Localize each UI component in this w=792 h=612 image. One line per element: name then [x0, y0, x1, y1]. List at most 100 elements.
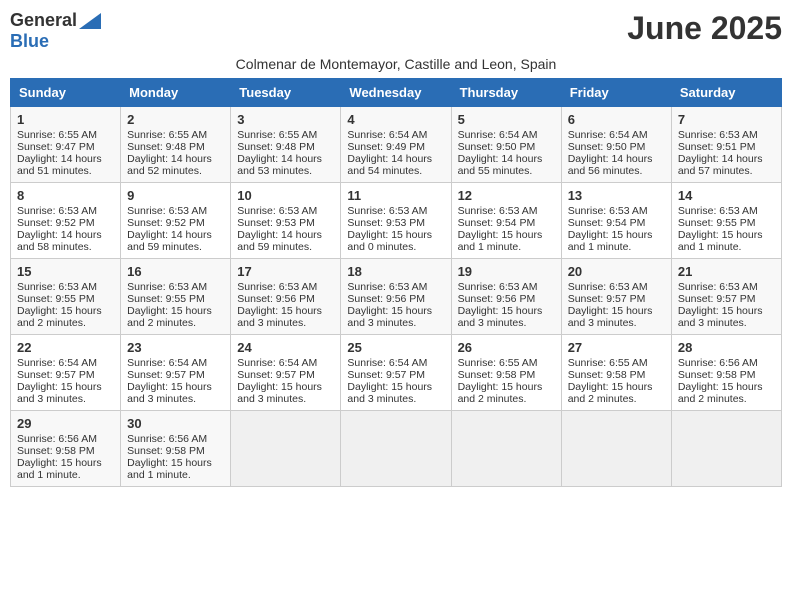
- day-info: Sunrise: 6:54 AMSunset: 9:57 PMDaylight:…: [127, 357, 212, 405]
- calendar-cell: 16Sunrise: 6:53 AMSunset: 9:55 PMDayligh…: [121, 259, 231, 335]
- day-number: 23: [127, 340, 224, 355]
- day-info: Sunrise: 6:55 AMSunset: 9:58 PMDaylight:…: [568, 357, 653, 405]
- day-info: Sunrise: 6:54 AMSunset: 9:49 PMDaylight:…: [347, 129, 432, 177]
- day-info: Sunrise: 6:53 AMSunset: 9:56 PMDaylight:…: [347, 281, 432, 329]
- day-number: 24: [237, 340, 334, 355]
- calendar-week-row: 29 Sunrise: 6:56 AMSunset: 9:58 PMDayligh…: [11, 411, 782, 487]
- day-number: 29: [17, 416, 114, 431]
- calendar-cell: [561, 411, 671, 487]
- calendar-cell: 1 Sunrise: 6:55 AMSunset: 9:47 PMDaylight…: [11, 107, 121, 183]
- logo-icon: [79, 13, 101, 29]
- day-number: 27: [568, 340, 665, 355]
- calendar-week-row: 1 Sunrise: 6:55 AMSunset: 9:47 PMDaylight…: [11, 107, 782, 183]
- calendar-cell: 24 Sunrise: 6:54 AMSunset: 9:57 PMDayligh…: [231, 335, 341, 411]
- calendar-cell: 10Sunrise: 6:53 AMSunset: 9:53 PMDayligh…: [231, 183, 341, 259]
- calendar-cell: [671, 411, 781, 487]
- calendar-cell: 25 Sunrise: 6:54 AMSunset: 9:57 PMDayligh…: [341, 335, 451, 411]
- calendar-cell: [451, 411, 561, 487]
- day-of-week-header: Monday: [121, 79, 231, 107]
- day-of-week-header: Tuesday: [231, 79, 341, 107]
- day-number: 11: [347, 188, 444, 203]
- day-number: 1: [17, 112, 114, 127]
- day-of-week-header: Friday: [561, 79, 671, 107]
- day-number: 9: [127, 188, 224, 203]
- day-of-week-header: Sunday: [11, 79, 121, 107]
- calendar-cell: 15Sunrise: 6:53 AMSunset: 9:55 PMDayligh…: [11, 259, 121, 335]
- calendar-cell: 8 Sunrise: 6:53 AMSunset: 9:52 PMDaylight…: [11, 183, 121, 259]
- day-number: 18: [347, 264, 444, 279]
- calendar-cell: 2 Sunrise: 6:55 AMSunset: 9:48 PMDaylight…: [121, 107, 231, 183]
- calendar-cell: 20 Sunrise: 6:53 AMSunset: 9:57 PMDayligh…: [561, 259, 671, 335]
- day-of-week-header: Wednesday: [341, 79, 451, 107]
- day-info: Sunrise: 6:56 AMSunset: 9:58 PMDaylight:…: [678, 357, 763, 405]
- day-info: Sunrise: 6:54 AMSunset: 9:57 PMDaylight:…: [347, 357, 432, 405]
- calendar-cell: 7Sunrise: 6:53 AMSunset: 9:51 PMDaylight…: [671, 107, 781, 183]
- day-number: 14: [678, 188, 775, 203]
- day-info: Sunrise: 6:55 AMSunset: 9:47 PMDaylight:…: [17, 129, 102, 177]
- day-info: Sunrise: 6:54 AMSunset: 9:50 PMDaylight:…: [568, 129, 653, 177]
- calendar-header-row: SundayMondayTuesdayWednesdayThursdayFrid…: [11, 79, 782, 107]
- calendar-cell: 11Sunrise: 6:53 AMSunset: 9:53 PMDayligh…: [341, 183, 451, 259]
- day-number: 10: [237, 188, 334, 203]
- day-number: 8: [17, 188, 114, 203]
- calendar-cell: 13 Sunrise: 6:53 AMSunset: 9:54 PMDayligh…: [561, 183, 671, 259]
- calendar-cell: 14 Sunrise: 6:53 AMSunset: 9:55 PMDayligh…: [671, 183, 781, 259]
- day-number: 26: [458, 340, 555, 355]
- day-number: 22: [17, 340, 114, 355]
- day-info: Sunrise: 6:55 AMSunset: 9:48 PMDaylight:…: [127, 129, 212, 177]
- location-subtitle: Colmenar de Montemayor, Castille and Leo…: [10, 56, 782, 72]
- day-number: 2: [127, 112, 224, 127]
- day-number: 28: [678, 340, 775, 355]
- calendar-cell: 30Sunrise: 6:56 AMSunset: 9:58 PMDayligh…: [121, 411, 231, 487]
- day-number: 21: [678, 264, 775, 279]
- calendar-cell: 4Sunrise: 6:54 AMSunset: 9:49 PMDaylight…: [341, 107, 451, 183]
- calendar-table: SundayMondayTuesdayWednesdayThursdayFrid…: [10, 78, 782, 487]
- calendar-cell: 3 Sunrise: 6:55 AMSunset: 9:48 PMDaylight…: [231, 107, 341, 183]
- day-info: Sunrise: 6:53 AMSunset: 9:54 PMDaylight:…: [568, 205, 653, 253]
- day-info: Sunrise: 6:53 AMSunset: 9:55 PMDaylight:…: [678, 205, 763, 253]
- calendar-cell: 6Sunrise: 6:54 AMSunset: 9:50 PMDaylight…: [561, 107, 671, 183]
- page-header: General Blue June 2025: [10, 10, 782, 52]
- calendar-week-row: 15Sunrise: 6:53 AMSunset: 9:55 PMDayligh…: [11, 259, 782, 335]
- day-number: 20: [568, 264, 665, 279]
- day-info: Sunrise: 6:53 AMSunset: 9:55 PMDaylight:…: [17, 281, 102, 329]
- day-number: 13: [568, 188, 665, 203]
- day-of-week-header: Saturday: [671, 79, 781, 107]
- calendar-cell: 18 Sunrise: 6:53 AMSunset: 9:56 PMDayligh…: [341, 259, 451, 335]
- calendar-cell: 27 Sunrise: 6:55 AMSunset: 9:58 PMDayligh…: [561, 335, 671, 411]
- day-number: 25: [347, 340, 444, 355]
- calendar-cell: 26Sunrise: 6:55 AMSunset: 9:58 PMDayligh…: [451, 335, 561, 411]
- day-info: Sunrise: 6:53 AMSunset: 9:56 PMDaylight:…: [458, 281, 543, 329]
- logo-general-text: General: [10, 10, 77, 31]
- day-info: Sunrise: 6:56 AMSunset: 9:58 PMDaylight:…: [127, 433, 212, 481]
- calendar-cell: 28 Sunrise: 6:56 AMSunset: 9:58 PMDayligh…: [671, 335, 781, 411]
- calendar-cell: [231, 411, 341, 487]
- day-info: Sunrise: 6:54 AMSunset: 9:57 PMDaylight:…: [17, 357, 102, 405]
- day-number: 7: [678, 112, 775, 127]
- logo-blue-text: Blue: [10, 31, 49, 52]
- day-info: Sunrise: 6:54 AMSunset: 9:50 PMDaylight:…: [458, 129, 543, 177]
- day-info: Sunrise: 6:53 AMSunset: 9:57 PMDaylight:…: [678, 281, 763, 329]
- day-number: 17: [237, 264, 334, 279]
- calendar-cell: [341, 411, 451, 487]
- calendar-cell: 29 Sunrise: 6:56 AMSunset: 9:58 PMDayligh…: [11, 411, 121, 487]
- calendar-cell: 22 Sunrise: 6:54 AMSunset: 9:57 PMDayligh…: [11, 335, 121, 411]
- day-of-week-header: Thursday: [451, 79, 561, 107]
- day-number: 12: [458, 188, 555, 203]
- day-info: Sunrise: 6:53 AMSunset: 9:56 PMDaylight:…: [237, 281, 322, 329]
- day-info: Sunrise: 6:55 AMSunset: 9:48 PMDaylight:…: [237, 129, 322, 177]
- day-number: 3: [237, 112, 334, 127]
- day-info: Sunrise: 6:53 AMSunset: 9:54 PMDaylight:…: [458, 205, 543, 253]
- calendar-cell: 19Sunrise: 6:53 AMSunset: 9:56 PMDayligh…: [451, 259, 561, 335]
- day-info: Sunrise: 6:53 AMSunset: 9:57 PMDaylight:…: [568, 281, 653, 329]
- calendar-cell: 5 Sunrise: 6:54 AMSunset: 9:50 PMDaylight…: [451, 107, 561, 183]
- calendar-cell: 12 Sunrise: 6:53 AMSunset: 9:54 PMDayligh…: [451, 183, 561, 259]
- day-info: Sunrise: 6:53 AMSunset: 9:52 PMDaylight:…: [17, 205, 102, 253]
- calendar-week-row: 8 Sunrise: 6:53 AMSunset: 9:52 PMDaylight…: [11, 183, 782, 259]
- day-info: Sunrise: 6:54 AMSunset: 9:57 PMDaylight:…: [237, 357, 322, 405]
- calendar-week-row: 22 Sunrise: 6:54 AMSunset: 9:57 PMDayligh…: [11, 335, 782, 411]
- calendar-cell: 21 Sunrise: 6:53 AMSunset: 9:57 PMDayligh…: [671, 259, 781, 335]
- day-number: 5: [458, 112, 555, 127]
- day-info: Sunrise: 6:56 AMSunset: 9:58 PMDaylight:…: [17, 433, 102, 481]
- calendar-cell: 9Sunrise: 6:53 AMSunset: 9:52 PMDaylight…: [121, 183, 231, 259]
